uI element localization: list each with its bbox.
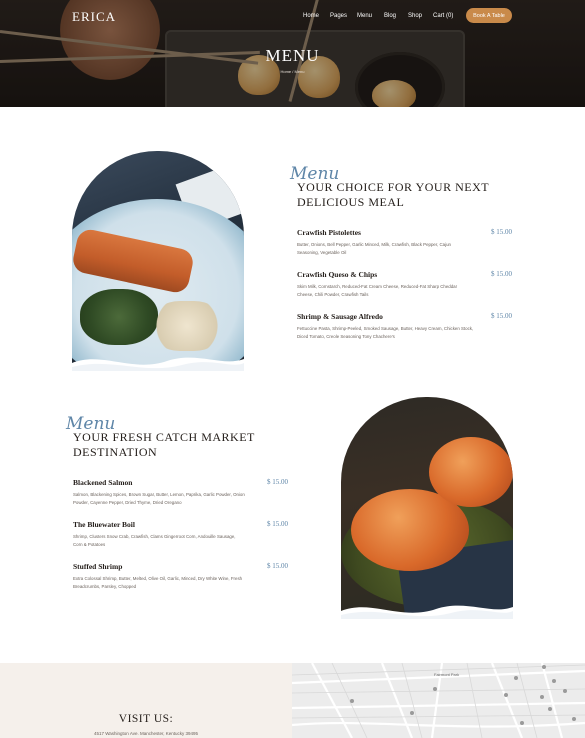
menu-item-price: $ 15.00 bbox=[491, 270, 512, 278]
visit-address: 4517 Washington Ave. Manchester, Kentuck… bbox=[93, 731, 199, 736]
section-title: YOUR FRESH CATCH MARKET DESTINATION bbox=[73, 430, 255, 460]
map-label: Fairmont Park bbox=[434, 672, 460, 677]
menu-item-desc-line: Extra Colossal Shrimp, Butter, Melted, O… bbox=[73, 576, 243, 581]
wave-divider bbox=[72, 357, 244, 371]
menu-item-desc-line: Shrimp, Clusters Snow Crab, Crawfish, Cl… bbox=[73, 534, 236, 539]
nav-cart[interactable]: Cart (0) bbox=[433, 13, 453, 19]
visit-panel bbox=[0, 663, 292, 738]
menu-item: Stuffed Shrimp Extra Colossal Shrimp, Bu… bbox=[73, 562, 253, 590]
menu-item-name: Shrimp & Sausage Alfredo bbox=[297, 312, 383, 321]
nav-menu[interactable]: Menu bbox=[357, 13, 372, 19]
crab-image bbox=[429, 437, 513, 507]
menu-item: The Bluewater Boil Shrimp, Clusters Snow… bbox=[73, 520, 253, 548]
breadcrumb: Home / Menu bbox=[280, 69, 305, 74]
visit-title: VISIT US: bbox=[118, 713, 174, 725]
menu-item-name: Blackened Salmon bbox=[73, 478, 133, 487]
menu-item-desc-line: Seasoning, Vegetable Oil bbox=[297, 249, 347, 255]
menu-item-desc-line: Corn & Potatoes bbox=[73, 541, 106, 547]
page-title: MENU bbox=[265, 46, 320, 65]
section-title-line: DESTINATION bbox=[73, 445, 158, 459]
menu-item-desc-line: Powder, Cayenne Pepper, Dried Thyme, Dri… bbox=[73, 499, 182, 505]
book-table-button[interactable]: Book A Table bbox=[466, 8, 512, 23]
crumble-image bbox=[152, 301, 222, 351]
menu-item-desc: Butter, Onions, Bell Pepper, Garlic Minc… bbox=[297, 241, 482, 256]
menu-item-desc: Extra Colossal Shrimp, Butter, Melted, O… bbox=[73, 575, 253, 590]
menu-item-desc: Fettuccine Pasta, Shrimp-Peeled, Smoked … bbox=[297, 325, 482, 340]
nav-shop[interactable]: Shop bbox=[408, 13, 422, 19]
menu-item-desc-line: Cheese, Chili Powder, Crawfish Tails bbox=[297, 291, 369, 297]
menu-item-desc-line: Butter, Onions, Bell Pepper, Garlic Minc… bbox=[297, 242, 451, 247]
menu-item-desc-line: Breadcrumbs, Parsley, Chopped bbox=[73, 583, 137, 589]
menu-item-desc-line: Diced Tomato, Creole Seasoning Tony Chac… bbox=[297, 333, 395, 339]
nav-blog[interactable]: Blog bbox=[384, 13, 396, 19]
menu-item: Shrimp & Sausage Alfredo Fettuccine Past… bbox=[297, 312, 482, 340]
section-title-line: YOUR CHOICE FOR YOUR NEXT bbox=[297, 180, 490, 194]
logo[interactable]: ERICA bbox=[72, 9, 116, 25]
menu-item-desc-line: Skim Milk, Cornstarch, Reduced-Fat Cream… bbox=[297, 284, 458, 289]
menu-item-desc-line: Salmon, Blackening Spices, Brown Sugar, … bbox=[73, 492, 245, 497]
menu-item-name: Stuffed Shrimp bbox=[73, 562, 123, 571]
hero-banner: ERICA Home Pages Menu Blog Shop Cart (0)… bbox=[0, 0, 585, 107]
location-map[interactable]: Fairmont Park bbox=[292, 663, 585, 738]
section-title: YOUR CHOICE FOR YOUR NEXT DELICIOUS MEAL bbox=[297, 180, 489, 210]
menu-item-desc: Skim Milk, Cornstarch, Reduced-Fat Cream… bbox=[297, 283, 482, 298]
menu-item: Blackened Salmon Salmon, Blackening Spic… bbox=[73, 478, 253, 506]
menu-item-price: $ 15.00 bbox=[491, 228, 512, 236]
crab-dish-image bbox=[341, 397, 513, 619]
menu-item-desc: Shrimp, Clusters Snow Crab, Crawfish, Cl… bbox=[73, 533, 253, 548]
menu-item-name: Crawfish Queso & Chips bbox=[297, 270, 378, 279]
menu-item: Crawfish Pistolettes Butter, Onions, Bel… bbox=[297, 228, 482, 256]
menu-item-price: $ 15.00 bbox=[267, 562, 288, 570]
menu-item-desc: Salmon, Blackening Spices, Brown Sugar, … bbox=[73, 491, 253, 506]
section-title-line: DELICIOUS MEAL bbox=[297, 195, 405, 209]
menu-item-price: $ 15.00 bbox=[267, 478, 288, 486]
wave-divider bbox=[341, 605, 513, 619]
menu-item-desc-line: Fettuccine Pasta, Shrimp-Peeled, Smoked … bbox=[297, 326, 474, 331]
section-title-line: YOUR FRESH CATCH MARKET bbox=[73, 430, 255, 444]
menu-item-price: $ 15.00 bbox=[267, 520, 288, 528]
menu-item-name: Crawfish Pistolettes bbox=[297, 228, 361, 237]
greens-image bbox=[80, 289, 158, 345]
nav-pages[interactable]: Pages bbox=[330, 13, 347, 19]
menu-item-price: $ 15.00 bbox=[491, 312, 512, 320]
menu-item-name: The Bluewater Boil bbox=[73, 520, 135, 529]
nav-home[interactable]: Home bbox=[303, 13, 319, 19]
salmon-dish-image bbox=[72, 151, 244, 371]
menu-item: Crawfish Queso & Chips Skim Milk, Cornst… bbox=[297, 270, 482, 298]
